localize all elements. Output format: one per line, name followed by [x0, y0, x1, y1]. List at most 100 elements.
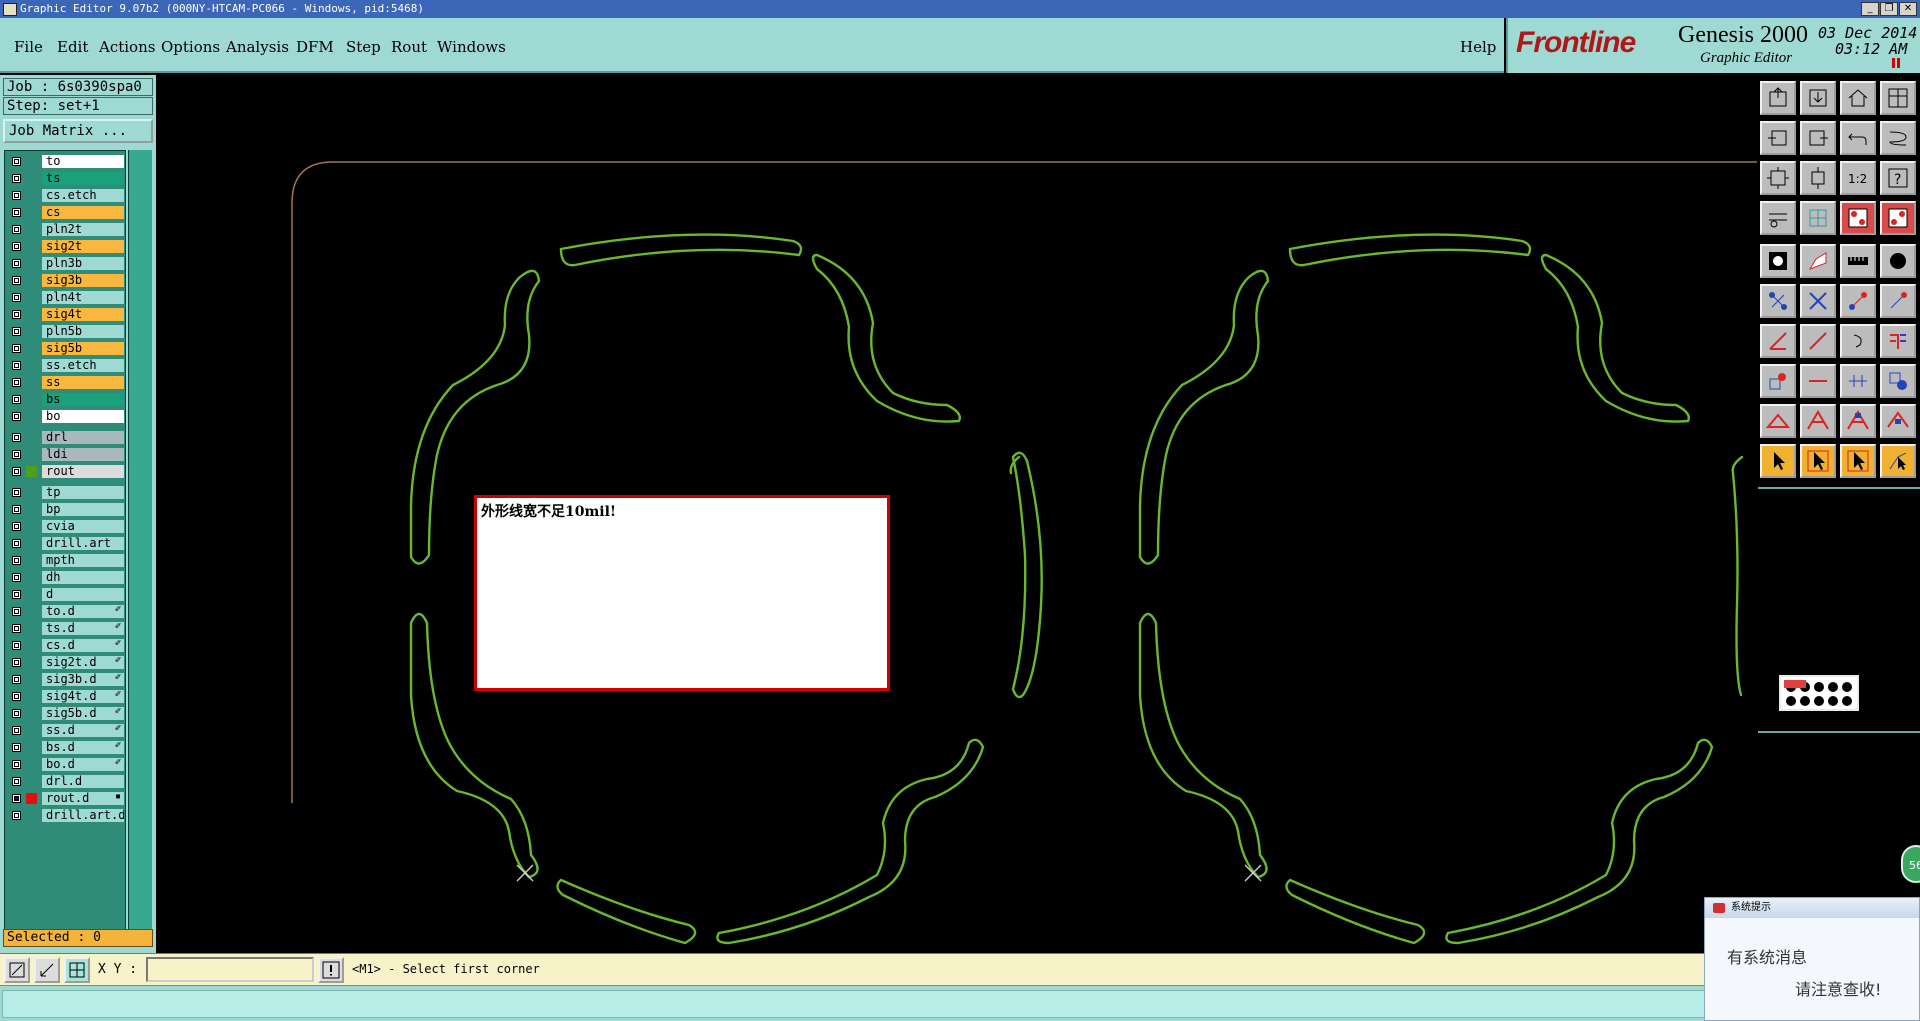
layer-name[interactable]: drill.art — [42, 537, 124, 550]
arc-tool-button[interactable] — [1840, 324, 1876, 358]
layer-row-ts-d[interactable]: ts.d ✐ — [5, 621, 127, 636]
pad-tool-button[interactable] — [1760, 244, 1796, 278]
menu-rout[interactable]: Rout — [391, 38, 427, 56]
menu-actions[interactable]: Actions — [99, 38, 155, 56]
layer-row-sig4t[interactable]: sig4t — [5, 307, 127, 322]
help-tool-button[interactable]: ? — [1880, 161, 1916, 195]
mountain-tool-button[interactable] — [1800, 404, 1836, 438]
scale-tool-button[interactable]: 1:2 — [1840, 161, 1876, 195]
layer-checkbox[interactable] — [12, 760, 21, 769]
close-button[interactable]: ✕ — [1899, 2, 1917, 16]
layer-name[interactable]: to — [42, 155, 124, 168]
snap-button[interactable] — [64, 957, 90, 983]
layer-row-sig5b-d[interactable]: sig5b.d ✐ — [5, 706, 127, 721]
save-job-tool-button[interactable] — [1800, 81, 1836, 115]
layer-name[interactable]: tp — [42, 486, 124, 499]
pointer2-tool-button[interactable] — [1800, 444, 1836, 478]
layer-name[interactable]: rout.d — [42, 792, 124, 805]
layer-name[interactable]: sig3b — [42, 274, 124, 287]
layer-color-swatch[interactable] — [26, 793, 37, 804]
layer-checkbox[interactable] — [12, 276, 21, 285]
mountain2-tool-button[interactable] — [1840, 404, 1876, 438]
layer-row-ss-d[interactable]: ss.d ✐ — [5, 723, 127, 738]
layer-name[interactable]: sig5b — [42, 342, 124, 355]
graphic-canvas[interactable] — [157, 75, 1757, 954]
layer-name[interactable]: pln2t — [42, 223, 124, 236]
notification-badge[interactable]: 56 — [1901, 845, 1920, 883]
layer-checkbox[interactable] — [12, 242, 21, 251]
home-tool-button[interactable] — [1840, 81, 1876, 115]
layer-checkbox[interactable] — [12, 675, 21, 684]
layer-row-bo-d[interactable]: bo.d ✐ — [5, 757, 127, 772]
layer-name[interactable]: bo — [42, 410, 124, 423]
layer-row-bs-d[interactable]: bs.d ✐ — [5, 740, 127, 755]
menu-step[interactable]: Step — [346, 38, 381, 56]
menu-windows[interactable]: Windows — [437, 38, 506, 56]
layer-checkbox[interactable] — [12, 412, 21, 421]
layer-row-sig3b[interactable]: sig3b — [5, 273, 127, 288]
layer-name[interactable]: drill.art.d — [42, 809, 124, 822]
corner-tool-button[interactable] — [1760, 364, 1796, 398]
layer-row-pln5b[interactable]: pln5b — [5, 324, 127, 339]
layer-name[interactable]: ss — [42, 376, 124, 389]
layer-checkbox[interactable] — [12, 709, 21, 718]
layer-row-drill-art-d[interactable]: drill.art.d — [5, 808, 127, 823]
layer-name[interactable]: ldi — [42, 448, 124, 461]
snap-tool-button[interactable] — [1760, 201, 1796, 235]
layer-name[interactable]: ts.d — [42, 622, 124, 635]
layer-checkbox[interactable] — [12, 310, 21, 319]
layer-checkbox[interactable] — [12, 344, 21, 353]
layer-row-ss-etch[interactable]: ss.etch — [5, 358, 127, 373]
layer-row-cs[interactable]: cs — [5, 205, 127, 220]
layer-row-ss[interactable]: ss — [5, 375, 127, 390]
layer-name[interactable]: sig5b.d — [42, 707, 124, 720]
left-tool-button[interactable] — [1760, 121, 1796, 155]
layer-checkbox[interactable] — [12, 361, 21, 370]
mountain3-tool-button[interactable] — [1880, 404, 1916, 438]
job-matrix-button[interactable]: Job Matrix ... — [3, 119, 153, 143]
layer-name[interactable]: sig3b.d — [42, 673, 124, 686]
layer-row-mpth[interactable]: mpth — [5, 553, 127, 568]
layer-checkbox[interactable] — [12, 624, 21, 633]
layer-name[interactable]: bo.d — [42, 758, 124, 771]
layer-checkbox[interactable] — [12, 327, 21, 336]
layer-row-cs-d[interactable]: cs.d ✐ — [5, 638, 127, 653]
open-job-tool-button[interactable] — [1760, 81, 1796, 115]
layer-name[interactable]: cs.etch — [42, 189, 124, 202]
layer-row-sig5b[interactable]: sig5b — [5, 341, 127, 356]
layer-checkbox[interactable] — [12, 556, 21, 565]
message-window[interactable]: 外形线宽不足10mil! — [474, 495, 890, 691]
layer-checkbox[interactable] — [12, 208, 21, 217]
layer-row-pln3b[interactable]: pln3b — [5, 256, 127, 271]
layer-row-to-d[interactable]: to.d ✐ — [5, 604, 127, 619]
layer-row-drl[interactable]: drl — [5, 430, 127, 445]
alert-button[interactable] — [318, 957, 344, 983]
layer-row-bo[interactable]: bo — [5, 409, 127, 424]
layer-name[interactable]: pln5b — [42, 325, 124, 338]
layer-name[interactable]: sig4t — [42, 308, 124, 321]
layer-checkbox[interactable] — [12, 743, 21, 752]
layer-row-dh[interactable]: dh — [5, 570, 127, 585]
layer-row-ts[interactable]: ts — [5, 171, 127, 186]
layer-checkbox[interactable] — [12, 378, 21, 387]
layer-name[interactable]: pln3b — [42, 257, 124, 270]
slash-tool-button[interactable] — [1800, 324, 1836, 358]
grid-tool-button[interactable] — [1800, 201, 1836, 235]
layer-checkbox[interactable] — [12, 293, 21, 302]
layer-name[interactable]: d — [42, 588, 124, 601]
pause-icon[interactable] — [1892, 58, 1902, 68]
layer-name[interactable]: sig2t.d — [42, 656, 124, 669]
layer-name[interactable]: cs.d — [42, 639, 124, 652]
layer-name[interactable]: mpth — [42, 554, 124, 567]
layer-row-d[interactable]: d — [5, 587, 127, 602]
layer-checkbox[interactable] — [12, 450, 21, 459]
layer-row-cvia[interactable]: cvia — [5, 519, 127, 534]
connect-tool-button[interactable] — [1840, 284, 1876, 318]
layer-checkbox[interactable] — [12, 607, 21, 616]
minus-tool-button[interactable] — [1800, 364, 1836, 398]
measure-tool-button[interactable] — [1840, 244, 1876, 278]
right-tool-button[interactable] — [1800, 121, 1836, 155]
layer-name[interactable]: sig4t.d — [42, 690, 124, 703]
layer-name[interactable]: bs.d — [42, 741, 124, 754]
layer-checkbox[interactable] — [12, 467, 21, 476]
